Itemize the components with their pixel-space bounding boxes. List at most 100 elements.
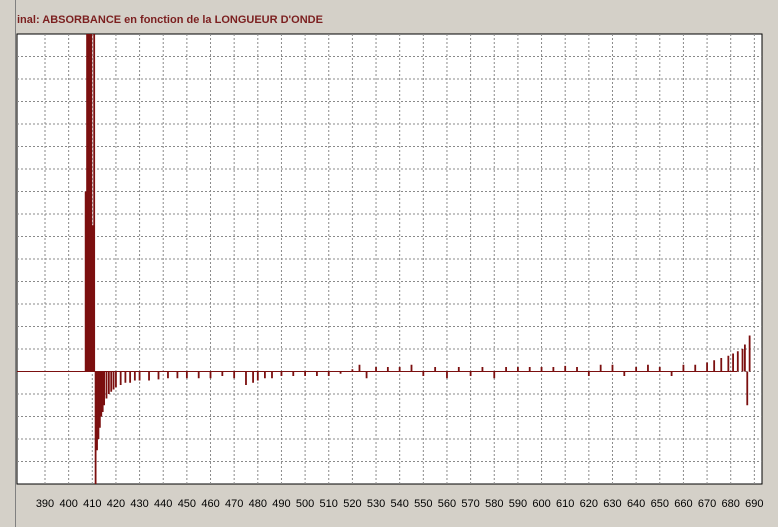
bar xyxy=(110,371,113,392)
x-tick-label: 400 xyxy=(59,498,77,510)
x-tick-label: 650 xyxy=(651,498,669,510)
chart-plot: 390 400 410 420 430 440 450 460 470 480 490 500 510 5… xyxy=(16,33,764,510)
bar xyxy=(670,371,673,376)
x-tick-label: 410 xyxy=(83,498,101,510)
x-tick-label: 470 xyxy=(225,498,243,510)
bar xyxy=(446,371,448,379)
x-tick-label: 540 xyxy=(390,498,408,510)
bar xyxy=(176,371,179,379)
x-tick-label: 550 xyxy=(414,498,432,510)
bar xyxy=(209,371,212,379)
bar xyxy=(552,367,555,372)
bar xyxy=(119,371,122,385)
bar xyxy=(233,371,236,379)
chart-window: inal: ABSORBANCE en fonction de la LONGU… xyxy=(0,0,778,527)
bar xyxy=(252,371,254,383)
bar xyxy=(103,371,106,406)
bar xyxy=(167,371,169,379)
bar xyxy=(611,364,614,372)
bar xyxy=(517,367,519,372)
bar xyxy=(271,371,273,379)
bar xyxy=(339,371,342,374)
bar xyxy=(124,371,127,383)
x-tick-label: 630 xyxy=(603,498,621,510)
bar xyxy=(741,349,744,372)
bar xyxy=(505,367,507,372)
x-tick-label: 560 xyxy=(438,498,456,510)
x-tick-label: 510 xyxy=(320,498,338,510)
bar xyxy=(386,367,389,372)
bar xyxy=(564,365,567,372)
bar xyxy=(112,371,115,390)
bar xyxy=(358,364,361,372)
bar xyxy=(727,355,730,372)
bar xyxy=(304,371,306,376)
bar xyxy=(129,371,132,383)
bar xyxy=(587,371,590,376)
bar xyxy=(694,364,697,372)
bar xyxy=(682,364,685,372)
x-tick-label: 660 xyxy=(674,498,692,510)
x-tick-label: 570 xyxy=(461,498,479,510)
x-tick-label: 690 xyxy=(745,498,763,510)
x-tick-label: 620 xyxy=(580,498,598,510)
bar xyxy=(732,353,734,372)
bar xyxy=(157,371,160,380)
bar xyxy=(623,371,626,376)
x-tick-label: 390 xyxy=(36,498,54,510)
bar xyxy=(647,364,649,372)
bar xyxy=(528,367,531,372)
bar xyxy=(398,367,401,372)
x-tick-label: 520 xyxy=(343,498,361,510)
bar xyxy=(576,367,578,372)
x-tick-label: 460 xyxy=(201,498,219,510)
bar xyxy=(138,371,141,381)
bar xyxy=(410,364,413,372)
bar xyxy=(264,371,266,379)
x-tick-label: 430 xyxy=(130,498,148,510)
bar xyxy=(292,371,295,376)
bar xyxy=(469,371,472,376)
x-tick-label: 490 xyxy=(272,498,290,510)
x-tick-label: 670 xyxy=(698,498,716,510)
bar xyxy=(713,360,716,372)
bar xyxy=(115,371,117,388)
bar xyxy=(481,367,484,372)
bar xyxy=(720,358,723,372)
bar xyxy=(256,371,259,381)
bar xyxy=(245,371,247,385)
x-tick-label: 580 xyxy=(485,498,503,510)
bar xyxy=(635,367,638,372)
x-tick-label: 610 xyxy=(556,498,574,510)
bar xyxy=(133,371,136,381)
x-tick-label: 680 xyxy=(722,498,740,510)
bar xyxy=(599,364,602,372)
bar xyxy=(327,371,330,376)
x-tick-label: 420 xyxy=(107,498,125,510)
bar xyxy=(107,371,110,394)
bar xyxy=(316,371,318,376)
bar xyxy=(148,371,150,381)
bar xyxy=(221,371,224,376)
bar xyxy=(105,371,108,399)
x-tick-label: 450 xyxy=(178,498,196,510)
x-tick-label: 640 xyxy=(627,498,645,510)
bar xyxy=(706,362,708,372)
x-tick-label: 590 xyxy=(509,498,527,510)
bar xyxy=(493,371,496,379)
bar xyxy=(540,367,543,372)
bar xyxy=(746,371,749,406)
bar xyxy=(351,369,354,372)
bar xyxy=(197,371,200,379)
bar xyxy=(375,367,377,372)
bar xyxy=(185,371,188,379)
bar xyxy=(457,367,460,372)
x-tick-label: 480 xyxy=(249,498,267,510)
bar xyxy=(365,371,368,379)
bar xyxy=(748,335,751,372)
x-tick-label: 530 xyxy=(367,498,385,510)
x-tick-label: 600 xyxy=(532,498,550,510)
bar xyxy=(743,344,746,372)
bar xyxy=(658,367,661,372)
x-tick-label: 440 xyxy=(154,498,172,510)
